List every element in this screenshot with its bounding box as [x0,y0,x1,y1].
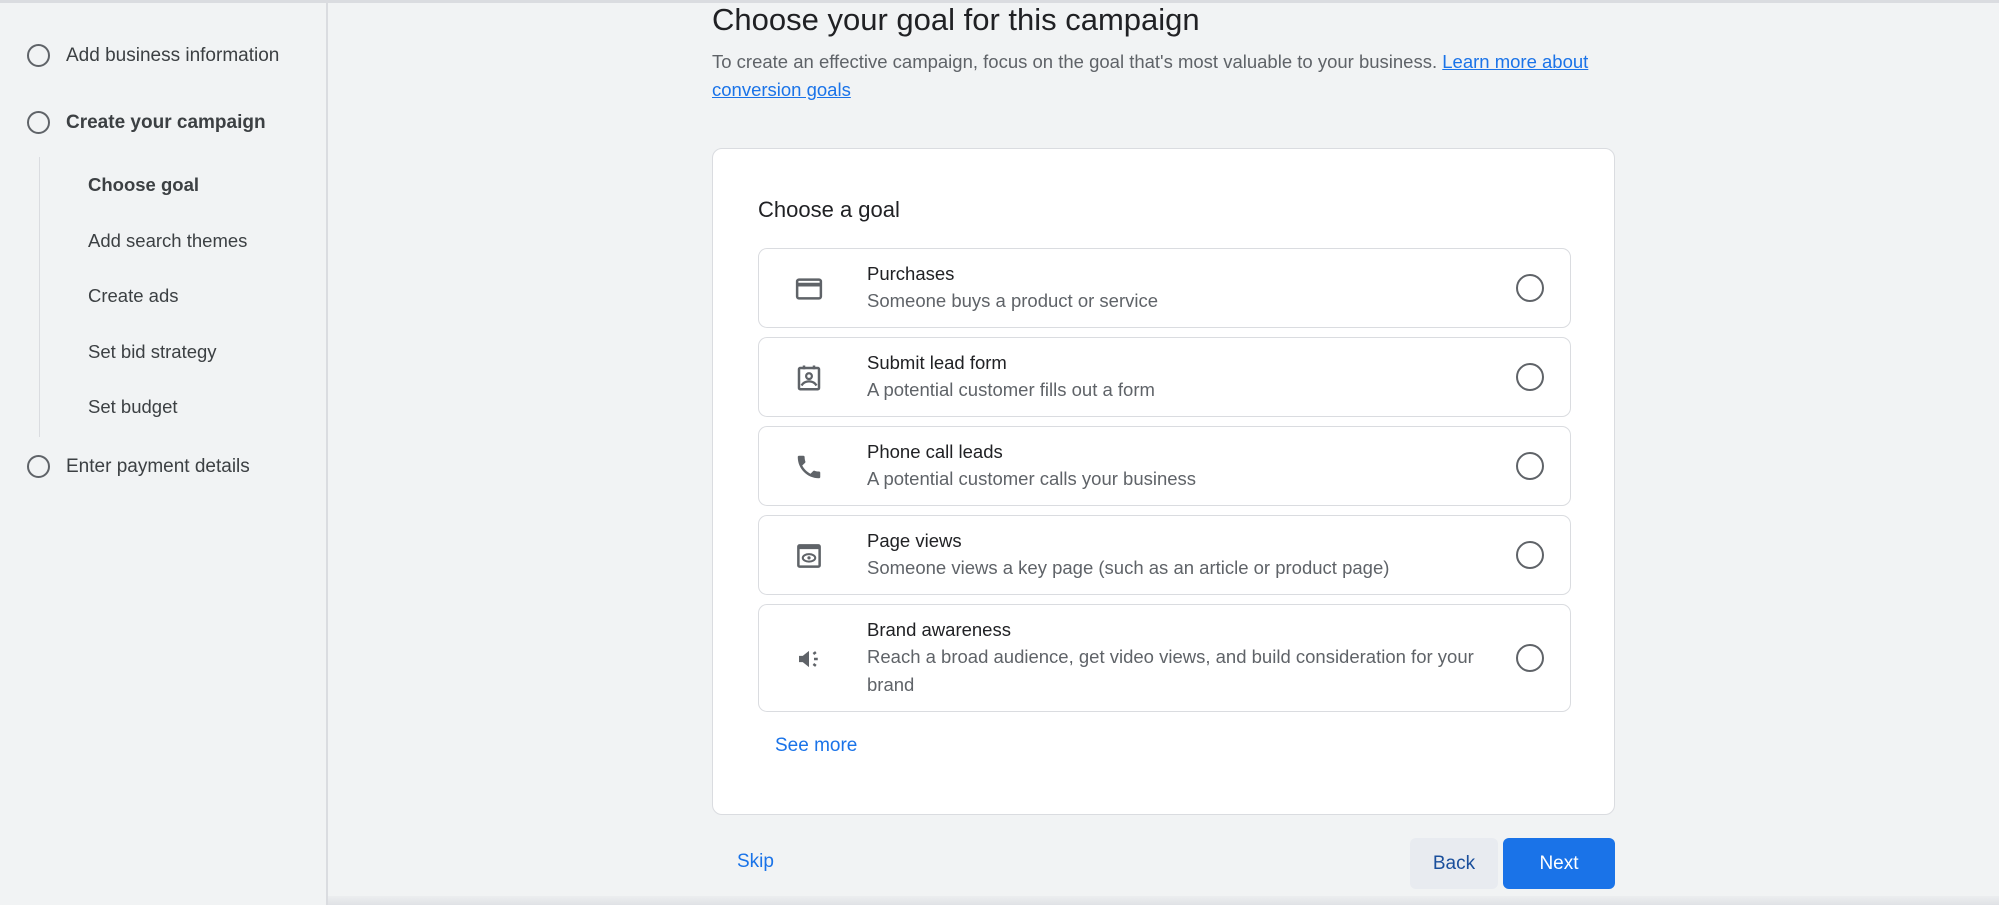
radio-button[interactable] [1516,452,1544,480]
page-title: Choose your goal for this campaign [712,2,1200,37]
step-enter-payment-details[interactable]: Enter payment details [27,455,250,478]
contact-form-icon [793,362,825,394]
skip-button[interactable]: Skip [737,851,774,873]
next-button[interactable]: Next [1503,838,1615,889]
goal-card: Choose a goal Purchases Someone buys a p… [712,148,1615,815]
description-text: To create an effective campaign, focus o… [712,51,1443,72]
option-title: Purchases [867,263,955,284]
goal-option-phone-call-leads[interactable]: Phone call leads A potential customer ca… [758,426,1571,506]
goal-option-brand-awareness[interactable]: Brand awareness Reach a broad audience, … [758,604,1571,712]
substep-create-ads[interactable]: Create ads [88,285,179,307]
option-title: Page views [867,530,962,551]
bottom-shadow [328,896,1999,905]
option-description: Someone views a key page (such as an art… [867,557,1390,578]
option-description: A potential customer fills out a form [867,379,1155,400]
option-description: A potential customer calls your business [867,468,1197,489]
goal-option-submit-lead-form[interactable]: Submit lead form A potential customer fi… [758,337,1571,417]
step-status-circle-icon [27,44,50,67]
phone-icon [793,451,825,483]
step-label: Add business information [66,44,280,66]
radio-button[interactable] [1516,541,1544,569]
substep-choose-goal[interactable]: Choose goal [88,174,199,196]
substep-set-bid-strategy[interactable]: Set bid strategy [88,341,217,363]
stepper-sidebar: Add business information Create your cam… [0,3,328,905]
radio-button[interactable] [1516,274,1544,302]
step-status-circle-icon [27,455,50,478]
option-title: Submit lead form [867,352,1007,373]
step-label: Enter payment details [66,455,250,477]
option-description: Someone buys a product or service [867,290,1159,311]
substep-add-search-themes[interactable]: Add search themes [88,230,247,252]
substep-connector-line [39,157,40,437]
step-add-business-information[interactable]: Add business information [27,44,279,67]
option-title: Phone call leads [867,441,1003,462]
back-button[interactable]: Back [1410,838,1498,889]
page-description: To create an effective campaign, focus o… [712,48,1627,104]
card-title: Choose a goal [758,197,900,222]
step-create-your-campaign[interactable]: Create your campaign [27,111,266,134]
substep-set-budget[interactable]: Set budget [88,396,178,418]
credit-card-icon [793,273,825,305]
goal-option-page-views[interactable]: Page views Someone views a key page (suc… [758,515,1571,595]
step-label: Create your campaign [66,111,266,133]
step-status-circle-icon [27,111,50,134]
option-description: Reach a broad audience, get video views,… [867,646,1474,695]
radio-button[interactable] [1516,644,1544,672]
goal-option-purchases[interactable]: Purchases Someone buys a product or serv… [758,248,1571,328]
option-title: Brand awareness [867,619,1011,640]
megaphone-icon [793,643,825,675]
see-more-link[interactable]: See more [775,735,857,757]
page-view-icon [793,540,825,572]
radio-button[interactable] [1516,363,1544,391]
